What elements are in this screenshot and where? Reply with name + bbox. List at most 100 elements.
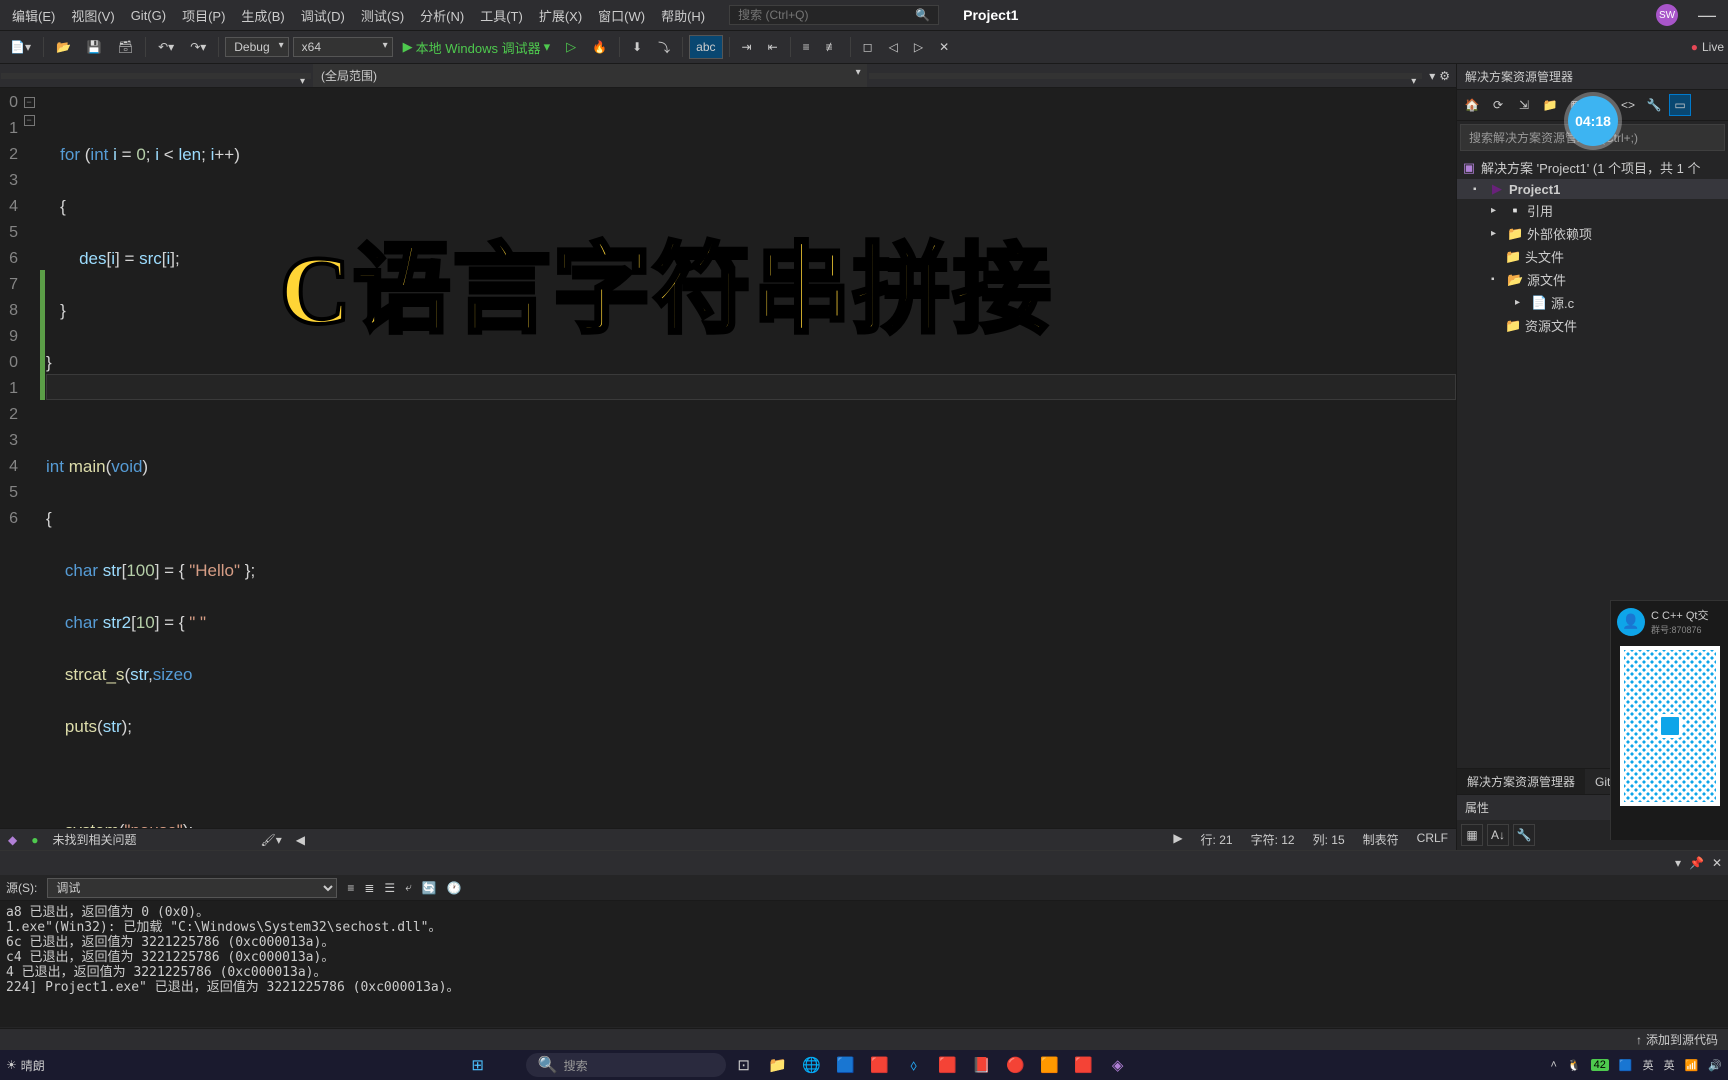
prop-wrench-icon[interactable]: 🔧	[1513, 824, 1535, 846]
code-content[interactable]: for (int i = 0; i < len; i++) { des[i] =…	[46, 88, 1456, 828]
code-icon[interactable]: <>	[1617, 94, 1639, 116]
save-all-button[interactable]: 🗃	[112, 36, 139, 58]
status-tabs[interactable]: 制表符	[1363, 831, 1399, 848]
platform-select[interactable]: x64	[293, 37, 393, 57]
step-over-button[interactable]: ⤵	[652, 35, 676, 60]
view-icon[interactable]: ▭	[1669, 94, 1691, 116]
quick-search[interactable]: 🔍	[729, 5, 939, 25]
collapse-icon[interactable]: ⇲	[1513, 94, 1535, 116]
menu-build[interactable]: 生成(B)	[233, 2, 292, 29]
references-node[interactable]: ▸▫️引用	[1457, 199, 1728, 222]
app-icon-3[interactable]: 🟥	[932, 1052, 964, 1078]
out-indent-icon[interactable]: ≡	[347, 881, 354, 895]
step-button[interactable]: ⬇	[626, 36, 648, 58]
header-files-node[interactable]: 📁头文件	[1457, 245, 1728, 268]
app-icon-1[interactable]: 🟦	[830, 1052, 862, 1078]
menu-analyze[interactable]: 分析(N)	[412, 2, 472, 29]
menu-git[interactable]: Git(G)	[123, 4, 174, 27]
nav-member-drop[interactable]	[869, 73, 1423, 79]
nav-scope-drop[interactable]: (全局范围)	[313, 64, 867, 87]
app-icon-4[interactable]: 📕	[966, 1052, 998, 1078]
weather-widget[interactable]: ☀ 晴朗	[6, 1057, 45, 1074]
out-indent2-icon[interactable]: ≣	[364, 881, 374, 895]
solution-node[interactable]: ▣解决方案 'Project1' (1 个项目，共 1 个	[1457, 156, 1728, 179]
system-tray[interactable]: ˄ 🐧 42 🟦 英 英 📶 🔊	[1551, 1057, 1723, 1073]
start-nodebug-button[interactable]: ▷	[560, 35, 582, 59]
indent-button[interactable]: ⇥	[736, 36, 758, 58]
fold-gutter[interactable]: −−	[18, 88, 40, 828]
vs-icon[interactable]: ◈	[1102, 1052, 1134, 1078]
tray-badge[interactable]: 42	[1591, 1059, 1609, 1071]
config-select[interactable]: Debug	[225, 37, 288, 57]
explorer-icon[interactable]: 📁	[762, 1052, 794, 1078]
app-icon-5[interactable]: 🔴	[1000, 1052, 1032, 1078]
bookmark-clear-icon[interactable]: ✕	[933, 36, 955, 58]
outdent-button[interactable]: ⇤	[762, 36, 784, 58]
user-avatar[interactable]: SW	[1656, 4, 1678, 26]
ime-1[interactable]: 英	[1643, 1057, 1654, 1073]
add-to-source-control[interactable]: ↑ 添加到源代码	[1636, 1031, 1718, 1048]
output-source-select[interactable]: 调试	[47, 878, 337, 898]
out-indent3-icon[interactable]: ☰	[384, 881, 395, 895]
external-deps-node[interactable]: ▸📁外部依赖项	[1457, 222, 1728, 245]
app-icon-2[interactable]: 🟥	[864, 1052, 896, 1078]
panel-close-icon[interactable]: ✕	[1712, 856, 1722, 870]
nav-split-icon[interactable]: ▾	[1429, 69, 1435, 83]
tray-app-icon[interactable]: 🟦	[1619, 1059, 1633, 1072]
menu-tools[interactable]: 工具(T)	[472, 2, 531, 29]
save-button[interactable]: 💾	[81, 36, 108, 58]
new-item-button[interactable]: 📄▾	[4, 36, 37, 58]
out-clear-icon[interactable]: 🔄	[422, 881, 437, 895]
hot-reload-icon[interactable]: 🔥	[586, 36, 613, 58]
scroll-left-icon[interactable]: ◀	[296, 833, 305, 847]
alpha-icon[interactable]: A↓	[1487, 824, 1509, 846]
app-icon-7[interactable]: 🟥	[1068, 1052, 1100, 1078]
menu-help[interactable]: 帮助(H)	[653, 2, 713, 29]
wrench-icon[interactable]: 🔧	[1643, 94, 1665, 116]
menu-window[interactable]: 窗口(W)	[590, 2, 653, 29]
source-file-node[interactable]: ▸📄源.c	[1457, 291, 1728, 314]
category-icon[interactable]: ▦	[1461, 824, 1483, 846]
tray-penguin-icon[interactable]: 🐧	[1567, 1059, 1581, 1072]
vscode-icon[interactable]: ⬨	[898, 1052, 930, 1078]
app-icon-6[interactable]: 🟧	[1034, 1052, 1066, 1078]
project-node[interactable]: ▪▶Project1	[1457, 179, 1728, 199]
bookmark-next-icon[interactable]: ▷	[908, 36, 929, 58]
redo-button[interactable]: ↷▾	[184, 36, 212, 58]
source-files-node[interactable]: ▪📂源文件	[1457, 268, 1728, 291]
out-clock-icon[interactable]: 🕐	[447, 881, 462, 895]
resource-files-node[interactable]: 📁资源文件	[1457, 314, 1728, 337]
minimize-button[interactable]: —	[1690, 5, 1724, 26]
health-icon[interactable]: ◆	[8, 833, 17, 847]
show-all-icon[interactable]: 📁	[1539, 94, 1561, 116]
code-editor[interactable]: 01234567890123456 −− for (int i = 0; i <…	[0, 88, 1456, 828]
project-name[interactable]: Project1	[963, 7, 1018, 23]
ime-2[interactable]: 英	[1664, 1057, 1675, 1073]
start-debug-button[interactable]: ▶ 本地 Windows 调试器 ▾	[397, 34, 557, 61]
nav-gear-icon[interactable]: ⚙	[1439, 69, 1450, 83]
taskbar-search[interactable]: 🔍搜索	[526, 1053, 726, 1077]
undo-button[interactable]: ↶▾	[152, 36, 180, 58]
bookmark-icon[interactable]: ◻	[857, 36, 879, 58]
bookmark-prev-icon[interactable]: ◁	[883, 36, 904, 58]
panel-pin-icon[interactable]: 📌	[1689, 856, 1704, 870]
uncomment-button[interactable]: ≢	[820, 36, 844, 58]
menu-extensions[interactable]: 扩展(X)	[531, 2, 590, 29]
open-button[interactable]: 📂	[50, 36, 77, 58]
network-icon[interactable]: 📶	[1685, 1059, 1699, 1072]
comment-button[interactable]: ≡	[797, 36, 816, 58]
menu-edit[interactable]: 编辑(E)	[4, 2, 63, 29]
start-button[interactable]: ⊞	[462, 1052, 494, 1078]
task-view-icon[interactable]: ⊡	[728, 1052, 760, 1078]
output-text[interactable]: a8 已退出，返回值为 0 (0x0)。 1.exe"(Win32): 已加载 …	[0, 901, 1728, 1027]
sync-icon[interactable]: ⟳	[1487, 94, 1509, 116]
menu-view[interactable]: 视图(V)	[63, 2, 122, 29]
brush-icon[interactable]: 🖌▾	[261, 833, 282, 847]
tray-up-icon[interactable]: ˄	[1551, 1059, 1557, 1071]
scroll-right-icon[interactable]: ▶	[1173, 831, 1182, 848]
edge-icon[interactable]: 🌐	[796, 1052, 828, 1078]
menu-project[interactable]: 项目(P)	[174, 2, 233, 29]
abc-toggle[interactable]: abc	[689, 35, 722, 59]
menu-test[interactable]: 测试(S)	[353, 2, 412, 29]
tab-solution-explorer[interactable]: 解决方案资源管理器	[1457, 769, 1585, 794]
